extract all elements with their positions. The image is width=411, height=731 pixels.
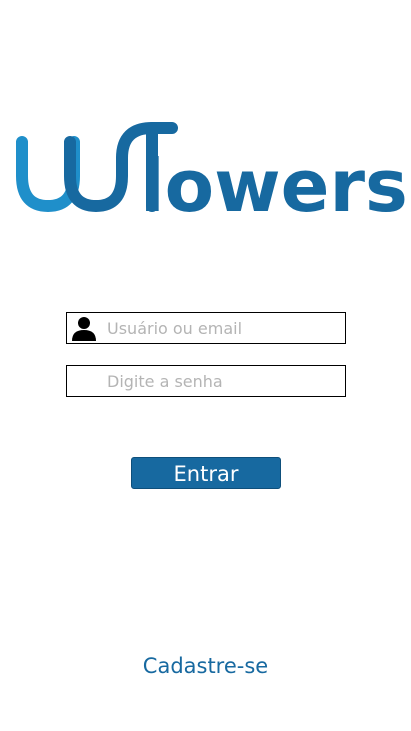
signup-link[interactable]: Cadastre-se (0, 652, 411, 680)
login-button[interactable]: Entrar (131, 457, 281, 489)
username-input[interactable] (107, 313, 339, 343)
user-icon (71, 315, 97, 341)
brand-wordmark: lowers (140, 144, 408, 228)
username-field[interactable] (66, 312, 346, 344)
login-screen: lowers Entrar Cadastre-se (0, 0, 411, 731)
password-field[interactable] (66, 365, 346, 397)
password-input[interactable] (107, 366, 339, 396)
